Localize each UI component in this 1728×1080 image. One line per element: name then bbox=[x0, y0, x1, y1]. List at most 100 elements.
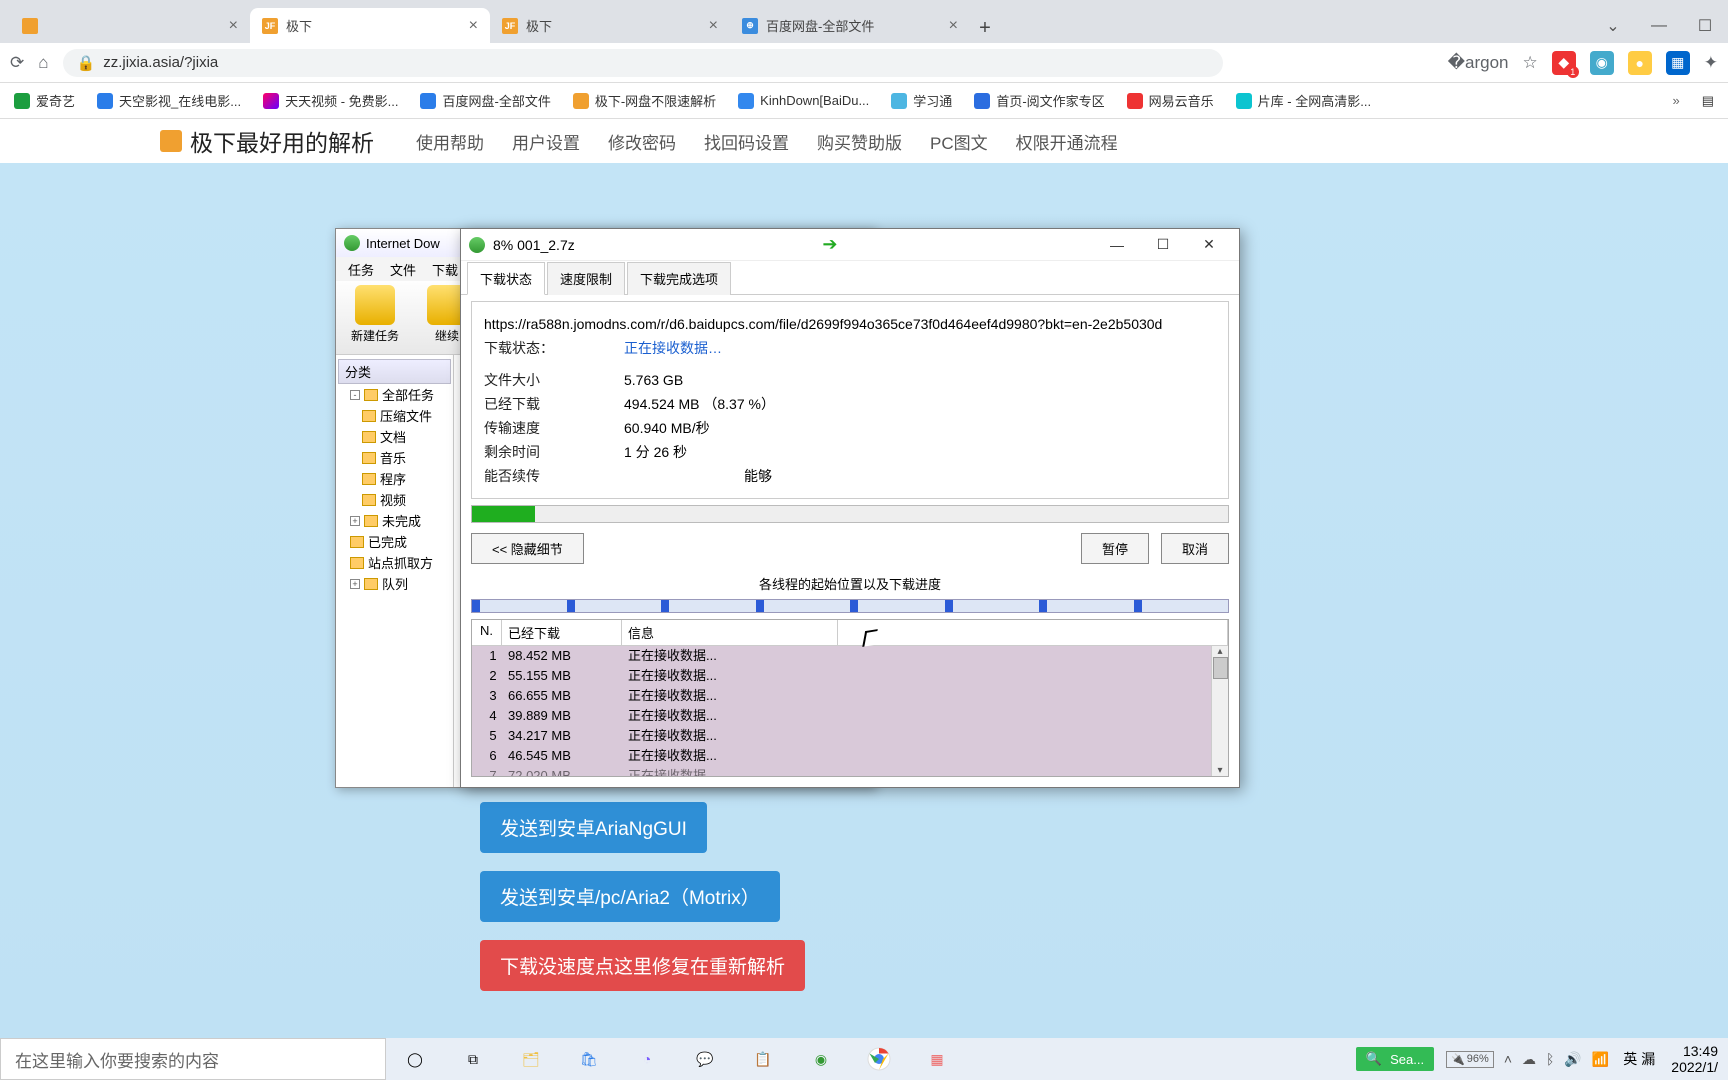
menu-item[interactable]: 任务 bbox=[342, 258, 380, 281]
idm-taskbar-icon[interactable]: ◉ bbox=[792, 1038, 850, 1080]
bookmark-item[interactable]: 片库 - 全网高清影... bbox=[1236, 91, 1371, 110]
close-icon[interactable]: ✕ bbox=[1187, 231, 1231, 259]
address-field[interactable]: 🔒 zz.jixia.asia/?jixia bbox=[63, 49, 1223, 77]
dialog-titlebar[interactable]: 8% 001_2.7z ➔ ― ☐ ✕ bbox=[461, 229, 1239, 261]
taskview-icon[interactable]: ⧉ bbox=[444, 1038, 502, 1080]
tree-item[interactable]: 程序 bbox=[362, 468, 451, 489]
bookmarks-overflow-icon[interactable]: » bbox=[1672, 93, 1679, 108]
app-icon[interactable]: 📋 bbox=[734, 1038, 792, 1080]
onedrive-icon[interactable]: ☁ bbox=[1522, 1051, 1536, 1068]
scroll-down-icon[interactable]: ▾ bbox=[1217, 765, 1222, 776]
battery-indicator[interactable]: 🔌96% bbox=[1446, 1051, 1494, 1068]
tab-1[interactable]: JF极下× bbox=[250, 8, 490, 43]
store-icon[interactable]: 🛍 bbox=[560, 1038, 618, 1080]
dialog-tabs: 下载状态 速度限制 下载完成选项 bbox=[461, 261, 1239, 295]
maximize-icon[interactable]: ☐ bbox=[1682, 8, 1728, 43]
extension-icon[interactable]: ▦ bbox=[1666, 51, 1690, 75]
new-task-button[interactable]: 新建任务 bbox=[342, 285, 408, 350]
nav-link[interactable]: 使用帮助 bbox=[416, 129, 484, 154]
dropdown-icon[interactable]: ⌄ bbox=[1590, 8, 1636, 43]
send-arianggui-button[interactable]: 发送到安卓AriaNgGUI bbox=[480, 802, 707, 853]
ime-indicator[interactable]: 英漏 bbox=[1617, 1049, 1661, 1069]
bookmark-item[interactable]: 百度网盘-全部文件 bbox=[420, 91, 550, 110]
bookmark-item[interactable]: 爱奇艺 bbox=[14, 91, 75, 110]
home-icon[interactable]: ⌂ bbox=[38, 53, 48, 73]
tree-item[interactable]: -全部任务 bbox=[350, 384, 451, 405]
reading-list-icon[interactable]: ▤ bbox=[1702, 93, 1714, 109]
scroll-thumb[interactable] bbox=[1213, 657, 1228, 679]
favicon-icon: ⊕ bbox=[742, 18, 758, 34]
cortana-icon[interactable]: ◯ bbox=[386, 1038, 444, 1080]
new-tab-button[interactable]: + bbox=[970, 13, 1000, 43]
close-icon[interactable]: × bbox=[469, 17, 478, 35]
tree-item[interactable]: 已完成 bbox=[350, 531, 451, 552]
cancel-button[interactable]: 取消 bbox=[1161, 533, 1229, 564]
tree-item[interactable]: +未完成 bbox=[350, 510, 451, 531]
menu-item[interactable]: 下载 bbox=[426, 258, 464, 281]
pause-button[interactable]: 暂停 bbox=[1081, 533, 1149, 564]
chrome-icon[interactable] bbox=[850, 1038, 908, 1080]
nav-link[interactable]: 权限开通流程 bbox=[1016, 129, 1118, 154]
bookmark-item[interactable]: 网易云音乐 bbox=[1127, 91, 1214, 110]
reload-icon[interactable]: ⟳ bbox=[10, 53, 24, 73]
maximize-icon[interactable]: ☐ bbox=[1141, 231, 1185, 259]
bookmark-item[interactable]: 极下-网盘不限速解析 bbox=[573, 91, 716, 110]
star-icon[interactable]: ☆ bbox=[1523, 53, 1538, 73]
bookmark-item[interactable]: 学习通 bbox=[891, 91, 952, 110]
collapse-icon[interactable]: - bbox=[350, 390, 360, 400]
minimize-icon[interactable]: ― bbox=[1095, 231, 1139, 259]
extension-icon[interactable]: ● bbox=[1628, 51, 1652, 75]
language-button[interactable]: 🔍Sea... bbox=[1356, 1047, 1434, 1071]
hide-details-button[interactable]: << 隐藏细节 bbox=[471, 533, 584, 564]
tab-0[interactable]: × bbox=[10, 8, 250, 43]
wechat-icon[interactable]: 💬 bbox=[676, 1038, 734, 1080]
app-icon[interactable]: ◔ bbox=[618, 1038, 676, 1080]
nav-link[interactable]: 购买赞助版 bbox=[817, 129, 902, 154]
bookmark-item[interactable]: KinhDown[BaiDu... bbox=[738, 93, 869, 109]
tab-2[interactable]: JF极下× bbox=[490, 8, 730, 43]
wifi-icon[interactable]: 📶 bbox=[1592, 1051, 1609, 1068]
bookmark-item[interactable]: 首页-阅文作家专区 bbox=[974, 91, 1104, 110]
taskbar-search[interactable]: 在这里输入你要搜索的内容 bbox=[0, 1038, 386, 1080]
expand-icon[interactable]: + bbox=[350, 516, 360, 526]
bluetooth-icon[interactable]: ᛒ bbox=[1546, 1051, 1554, 1067]
menu-item[interactable]: 文件 bbox=[384, 258, 422, 281]
extensions-menu-icon[interactable]: ✦ bbox=[1704, 53, 1718, 73]
nav-link[interactable]: 用户设置 bbox=[512, 129, 580, 154]
scrollbar[interactable]: ▴▾ bbox=[1211, 646, 1228, 776]
close-icon[interactable]: × bbox=[949, 17, 958, 35]
scroll-up-icon[interactable]: ▴ bbox=[1217, 646, 1222, 657]
tree-item[interactable]: 站点抓取方 bbox=[350, 552, 451, 573]
tree-item[interactable]: 视频 bbox=[362, 489, 451, 510]
tab-3[interactable]: ⊕百度网盘-全部文件× bbox=[730, 8, 970, 43]
tree-item[interactable]: +队列 bbox=[350, 573, 451, 594]
nav-link[interactable]: 修改密码 bbox=[608, 129, 676, 154]
explorer-icon[interactable]: 🗂 bbox=[502, 1038, 560, 1080]
volume-icon[interactable]: 🔊 bbox=[1564, 1051, 1581, 1068]
tree-label: 程序 bbox=[380, 469, 406, 488]
close-icon[interactable]: × bbox=[709, 17, 718, 35]
bookmark-item[interactable]: 天空影视_在线电影... bbox=[97, 91, 241, 110]
download-progress-dialog[interactable]: 8% 001_2.7z ➔ ― ☐ ✕ 下载状态 速度限制 下载完成选项 htt… bbox=[460, 228, 1240, 788]
tray-up-icon[interactable]: ˄ bbox=[1504, 1051, 1512, 1067]
tree-item[interactable]: 音乐 bbox=[362, 447, 451, 468]
expand-icon[interactable]: + bbox=[350, 579, 360, 589]
tree-item[interactable]: 压缩文件 bbox=[362, 405, 451, 426]
clock[interactable]: 13:492022/1/ bbox=[1661, 1043, 1728, 1075]
nav-link[interactable]: PC图文 bbox=[930, 129, 988, 154]
bookmark-item[interactable]: 天天视频 - 免费影... bbox=[263, 91, 398, 110]
nav-link[interactable]: 找回码设置 bbox=[704, 129, 789, 154]
extension-icon[interactable]: ◆ bbox=[1552, 51, 1576, 75]
app-icon[interactable]: ▦ bbox=[908, 1038, 966, 1080]
tab-speed-limit[interactable]: 速度限制 bbox=[547, 262, 625, 295]
translate-icon[interactable]: �argon bbox=[1448, 53, 1509, 73]
close-icon[interactable]: × bbox=[229, 17, 238, 35]
send-aria2-button[interactable]: 发送到安卓/pc/Aria2（Motrix） bbox=[480, 871, 780, 922]
extension-icon[interactable]: ◉ bbox=[1590, 51, 1614, 75]
tab-download-status[interactable]: 下载状态 bbox=[467, 262, 545, 295]
fix-speed-button[interactable]: 下载没速度点这里修复在重新解析 bbox=[480, 940, 805, 991]
tree-item[interactable]: 文档 bbox=[362, 426, 451, 447]
tab-complete-options[interactable]: 下载完成选项 bbox=[627, 262, 731, 295]
site-title: 极下最好用的解析 bbox=[190, 124, 374, 158]
minimize-icon[interactable]: ― bbox=[1636, 8, 1682, 43]
